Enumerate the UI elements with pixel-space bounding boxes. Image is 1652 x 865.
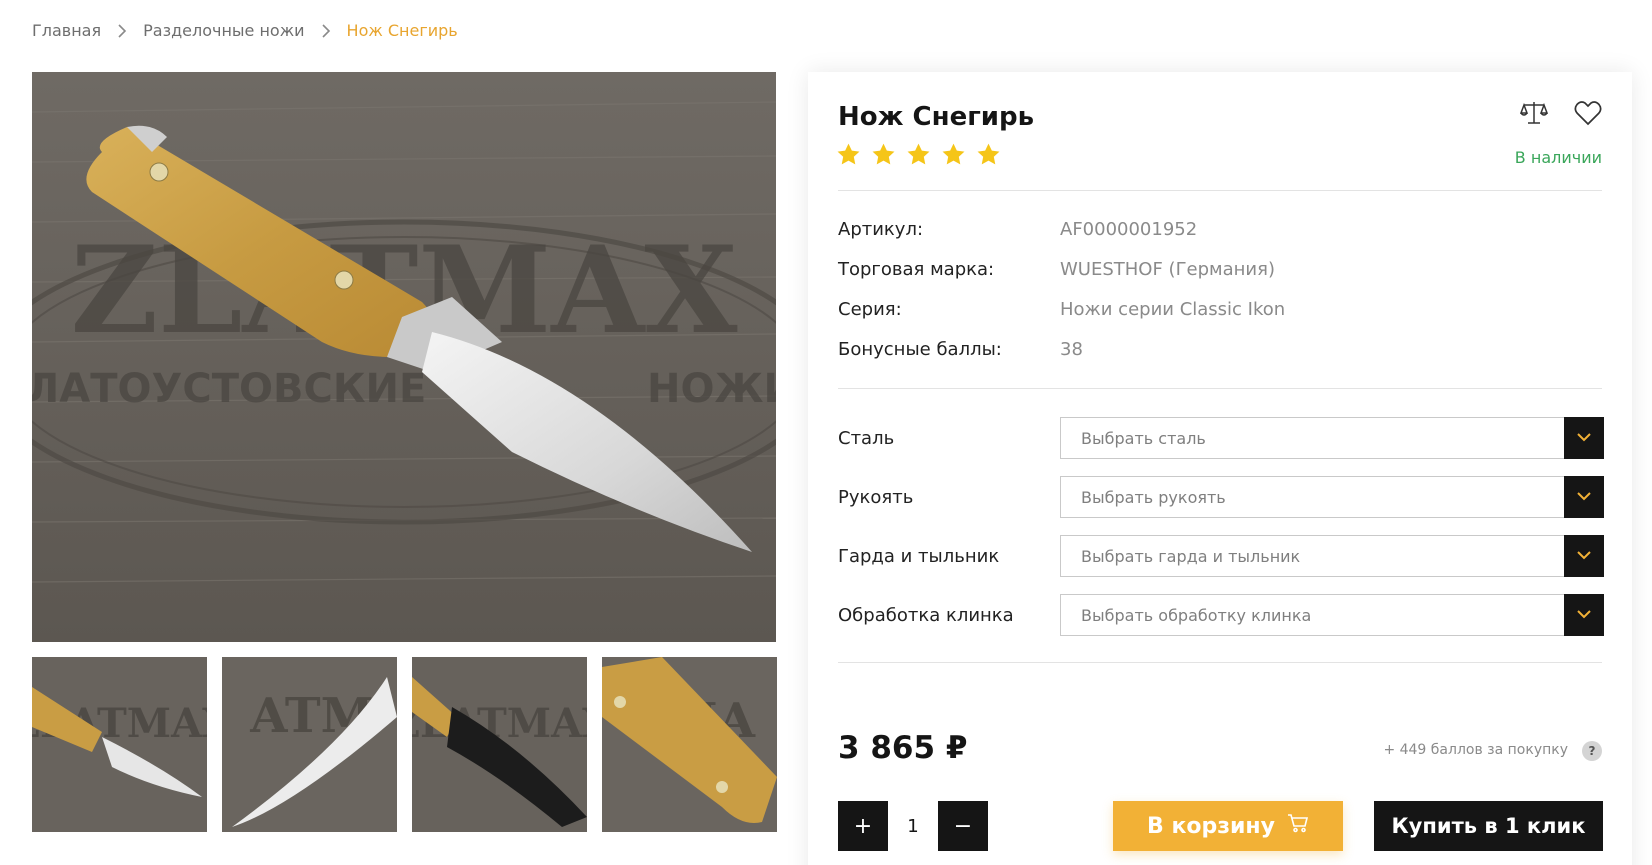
guard-select[interactable]: Выбрать гарда и тыльник — [1060, 534, 1604, 577]
spec-row-brand: Торговая марка: WUESTHOF (Германия) — [838, 259, 1275, 280]
spec-row-bonus: Бонусные баллы: 38 — [838, 339, 1083, 360]
product-actions — [1520, 100, 1602, 126]
product-price: 3 865 ₽ — [838, 730, 968, 766]
breadcrumb: Главная Разделочные ножи Нож Снегирь — [32, 21, 458, 40]
cart-label: В корзину — [1147, 813, 1275, 839]
compare-scales-icon[interactable] — [1520, 100, 1548, 126]
quantity-value[interactable]: 1 — [888, 816, 938, 837]
chevron-down-icon[interactable] — [1564, 534, 1604, 577]
option-guard: Гарда и тыльник Выбрать гарда и тыльник — [838, 534, 1604, 577]
chevron-down-icon[interactable] — [1564, 475, 1604, 518]
select-placeholder: Выбрать рукоять — [1081, 487, 1226, 507]
bonus-note: + 449 баллов за покупку — [1383, 742, 1568, 758]
spec-label: Бонусные баллы: — [838, 339, 1002, 360]
star-icon — [976, 142, 1001, 167]
thumbnail[interactable]: ATM — [222, 657, 397, 832]
option-label: Гарда и тыльник — [838, 545, 1000, 567]
option-handle: Рукоять Выбрать рукоять — [838, 475, 1604, 518]
add-to-cart-button[interactable]: В корзину — [1113, 801, 1343, 851]
buy-one-click-button[interactable]: Купить в 1 клик — [1374, 801, 1603, 851]
decrease-button[interactable]: − — [938, 801, 988, 851]
spec-row-article: Артикул: AF0000001952 — [838, 219, 1197, 240]
breadcrumb-home[interactable]: Главная — [32, 21, 101, 40]
select-placeholder: Выбрать обработку клинка — [1081, 605, 1312, 625]
rating-stars[interactable] — [836, 142, 1001, 167]
stock-status: В наличии — [1514, 148, 1602, 167]
option-blade-finish: Обработка клинка Выбрать обработку клинк… — [838, 593, 1604, 636]
svg-text:НОЖИ: НОЖИ — [647, 366, 776, 412]
help-icon[interactable]: ? — [1582, 741, 1602, 761]
cart-icon — [1287, 813, 1309, 839]
quantity-stepper: + 1 − — [838, 801, 988, 851]
steel-select[interactable]: Выбрать сталь — [1060, 416, 1604, 459]
star-icon — [836, 142, 861, 167]
svg-text:ЗЛАТОУСТОВСКИЕ: ЗЛАТОУСТОВСКИЕ — [32, 366, 426, 412]
divider — [838, 662, 1602, 663]
divider — [838, 190, 1602, 191]
spec-label: Серия: — [838, 299, 902, 320]
spec-label: Торговая марка: — [838, 259, 995, 280]
handle-select[interactable]: Выбрать рукоять — [1060, 475, 1604, 518]
product-main-image[interactable]: ZLATMAX ЗЛАТОУСТОВСКИЕ НОЖИ — [32, 72, 776, 642]
breadcrumb-current: Нож Снегирь — [346, 21, 458, 40]
knife-thumb-4: TMA — [602, 657, 777, 832]
knife-thumb-3: ZLATMAX — [412, 657, 587, 832]
spec-label: Артикул: — [838, 219, 924, 240]
spec-value: Ножи серии Classic Ikon — [1060, 299, 1286, 320]
blade-finish-select[interactable]: Выбрать обработку клинка — [1060, 593, 1604, 636]
chevron-down-icon[interactable] — [1564, 416, 1604, 459]
knife-photo: ZLATMAX ЗЛАТОУСТОВСКИЕ НОЖИ — [32, 72, 776, 642]
chevron-right-icon — [117, 23, 127, 38]
select-placeholder: Выбрать сталь — [1081, 428, 1206, 448]
spec-value: 38 — [1060, 339, 1083, 360]
thumbnail-strip: ZLATMAX ATM ZLATMAX TMA — [32, 657, 777, 832]
select-placeholder: Выбрать гарда и тыльник — [1081, 546, 1301, 566]
knife-thumb-2: ATM — [222, 657, 397, 832]
star-icon — [906, 142, 931, 167]
spec-value: AF0000001952 — [1060, 219, 1198, 240]
spec-row-series: Серия: Ножи серии Classic Ikon — [838, 299, 1285, 320]
option-steel: Сталь Выбрать сталь — [838, 416, 1604, 459]
chevron-right-icon — [321, 23, 331, 38]
product-card: Нож Снегирь В наличии Артикул: AF0000001… — [808, 72, 1632, 865]
spec-value: WUESTHOF (Германия) — [1060, 259, 1275, 280]
thumbnail[interactable]: ZLATMAX — [412, 657, 587, 832]
thumbnail[interactable]: ZLATMAX — [32, 657, 207, 832]
knife-thumb-1: ZLATMAX — [32, 657, 207, 832]
option-label: Рукоять — [838, 486, 914, 508]
star-icon — [941, 142, 966, 167]
breadcrumb-category[interactable]: Разделочные ножи — [143, 21, 304, 40]
divider — [838, 388, 1602, 389]
star-icon — [871, 142, 896, 167]
increase-button[interactable]: + — [838, 801, 888, 851]
chevron-down-icon[interactable] — [1564, 593, 1604, 636]
heart-icon[interactable] — [1574, 100, 1602, 126]
option-label: Сталь — [838, 427, 895, 449]
product-title: Нож Снегирь — [838, 102, 1035, 132]
thumbnail[interactable]: TMA — [602, 657, 777, 832]
option-label: Обработка клинка — [838, 604, 1014, 626]
